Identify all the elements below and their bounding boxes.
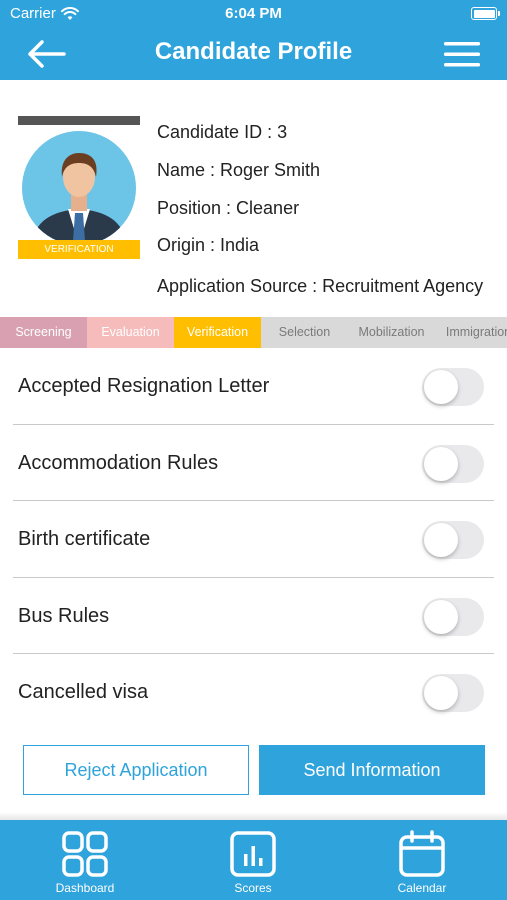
status-bar: Carrier 6:04 PM (0, 0, 507, 28)
stage-mobilization[interactable]: Mobilization (348, 317, 435, 348)
page-title: Candidate Profile (154, 38, 353, 65)
battery-icon (471, 7, 500, 20)
stage-label: Selection (278, 325, 331, 339)
send-information-button[interactable]: Send Information (259, 745, 485, 795)
candidate-profile-card: VERIFICATION Candidate ID : 3 Name : Rog… (0, 80, 507, 316)
stage-label: Screening (15, 325, 72, 339)
tab-label: Calendar (397, 881, 447, 895)
stage-selection[interactable]: Selection (261, 317, 348, 348)
candidate-origin: Origin : India (157, 235, 260, 255)
document-toggle[interactable] (422, 521, 484, 560)
list-item: Cancelled visa (13, 654, 494, 731)
nav-bar: Candidate Profile (0, 28, 507, 80)
candidate-application-source: Application Source : Recruitment Agency (157, 276, 484, 296)
reject-application-button[interactable]: Reject Application (23, 745, 249, 795)
document-toggle[interactable] (422, 368, 484, 406)
avatar-image (22, 131, 136, 245)
stage-evaluation[interactable]: Evaluation (87, 317, 174, 348)
tab-bar-shadow (0, 812, 507, 820)
stage-progress-bar: Screening Evaluation Verification Select… (0, 317, 507, 348)
bar-chart-icon (230, 831, 276, 877)
document-label: Bus Rules (18, 604, 110, 627)
stage-label: Verification (186, 325, 249, 339)
stage-screening[interactable]: Screening (0, 317, 87, 348)
document-toggle[interactable] (422, 444, 484, 483)
list-item: Birth certificate (13, 501, 494, 578)
tab-calendar[interactable]: Calendar (362, 820, 482, 900)
calendar-icon (399, 830, 445, 877)
tab-label: Dashboard (55, 881, 115, 895)
stage-badge: VERIFICATION (18, 240, 140, 259)
stage-label: Evaluation (101, 325, 160, 339)
avatar: VERIFICATION (18, 116, 140, 262)
tab-dashboard[interactable]: Dashboard (25, 820, 145, 900)
candidate-id: Candidate ID : 3 (157, 122, 288, 142)
list-item: Bus Rules (13, 578, 494, 655)
candidate-position: Position : Cleaner (157, 198, 300, 218)
document-label: Accommodation Rules (18, 451, 219, 474)
stage-verification[interactable]: Verification (174, 317, 261, 348)
avatar-top-bar (18, 116, 140, 125)
tab-scores[interactable]: Scores (193, 820, 313, 900)
document-label: Birth certificate (18, 528, 151, 551)
document-label: Accepted Resignation Letter (18, 375, 270, 397)
document-toggle[interactable] (422, 597, 484, 636)
candidate-name: Name : Roger Smith (157, 160, 321, 180)
tab-label: Scores (234, 881, 272, 895)
list-item: Accepted Resignation Letter (13, 348, 494, 425)
hamburger-menu-icon[interactable] (443, 40, 481, 68)
action-buttons: Reject Application Send Information (0, 745, 507, 795)
stage-label: Mobilization (358, 325, 425, 339)
list-item: Accommodation Rules (13, 425, 494, 502)
document-checklist: Accepted Resignation Letter Accommodatio… (0, 348, 507, 731)
document-toggle[interactable] (422, 674, 484, 713)
status-time: 6:04 PM (225, 5, 282, 22)
person-avatar-icon (32, 153, 126, 245)
dashboard-grid-icon (62, 831, 108, 877)
stage-immigration[interactable]: Immigration (435, 317, 507, 348)
document-label: Cancelled visa (18, 681, 149, 704)
stage-label: Immigration (445, 325, 507, 339)
bottom-tab-bar: Dashboard Scores Calendar (0, 820, 507, 900)
